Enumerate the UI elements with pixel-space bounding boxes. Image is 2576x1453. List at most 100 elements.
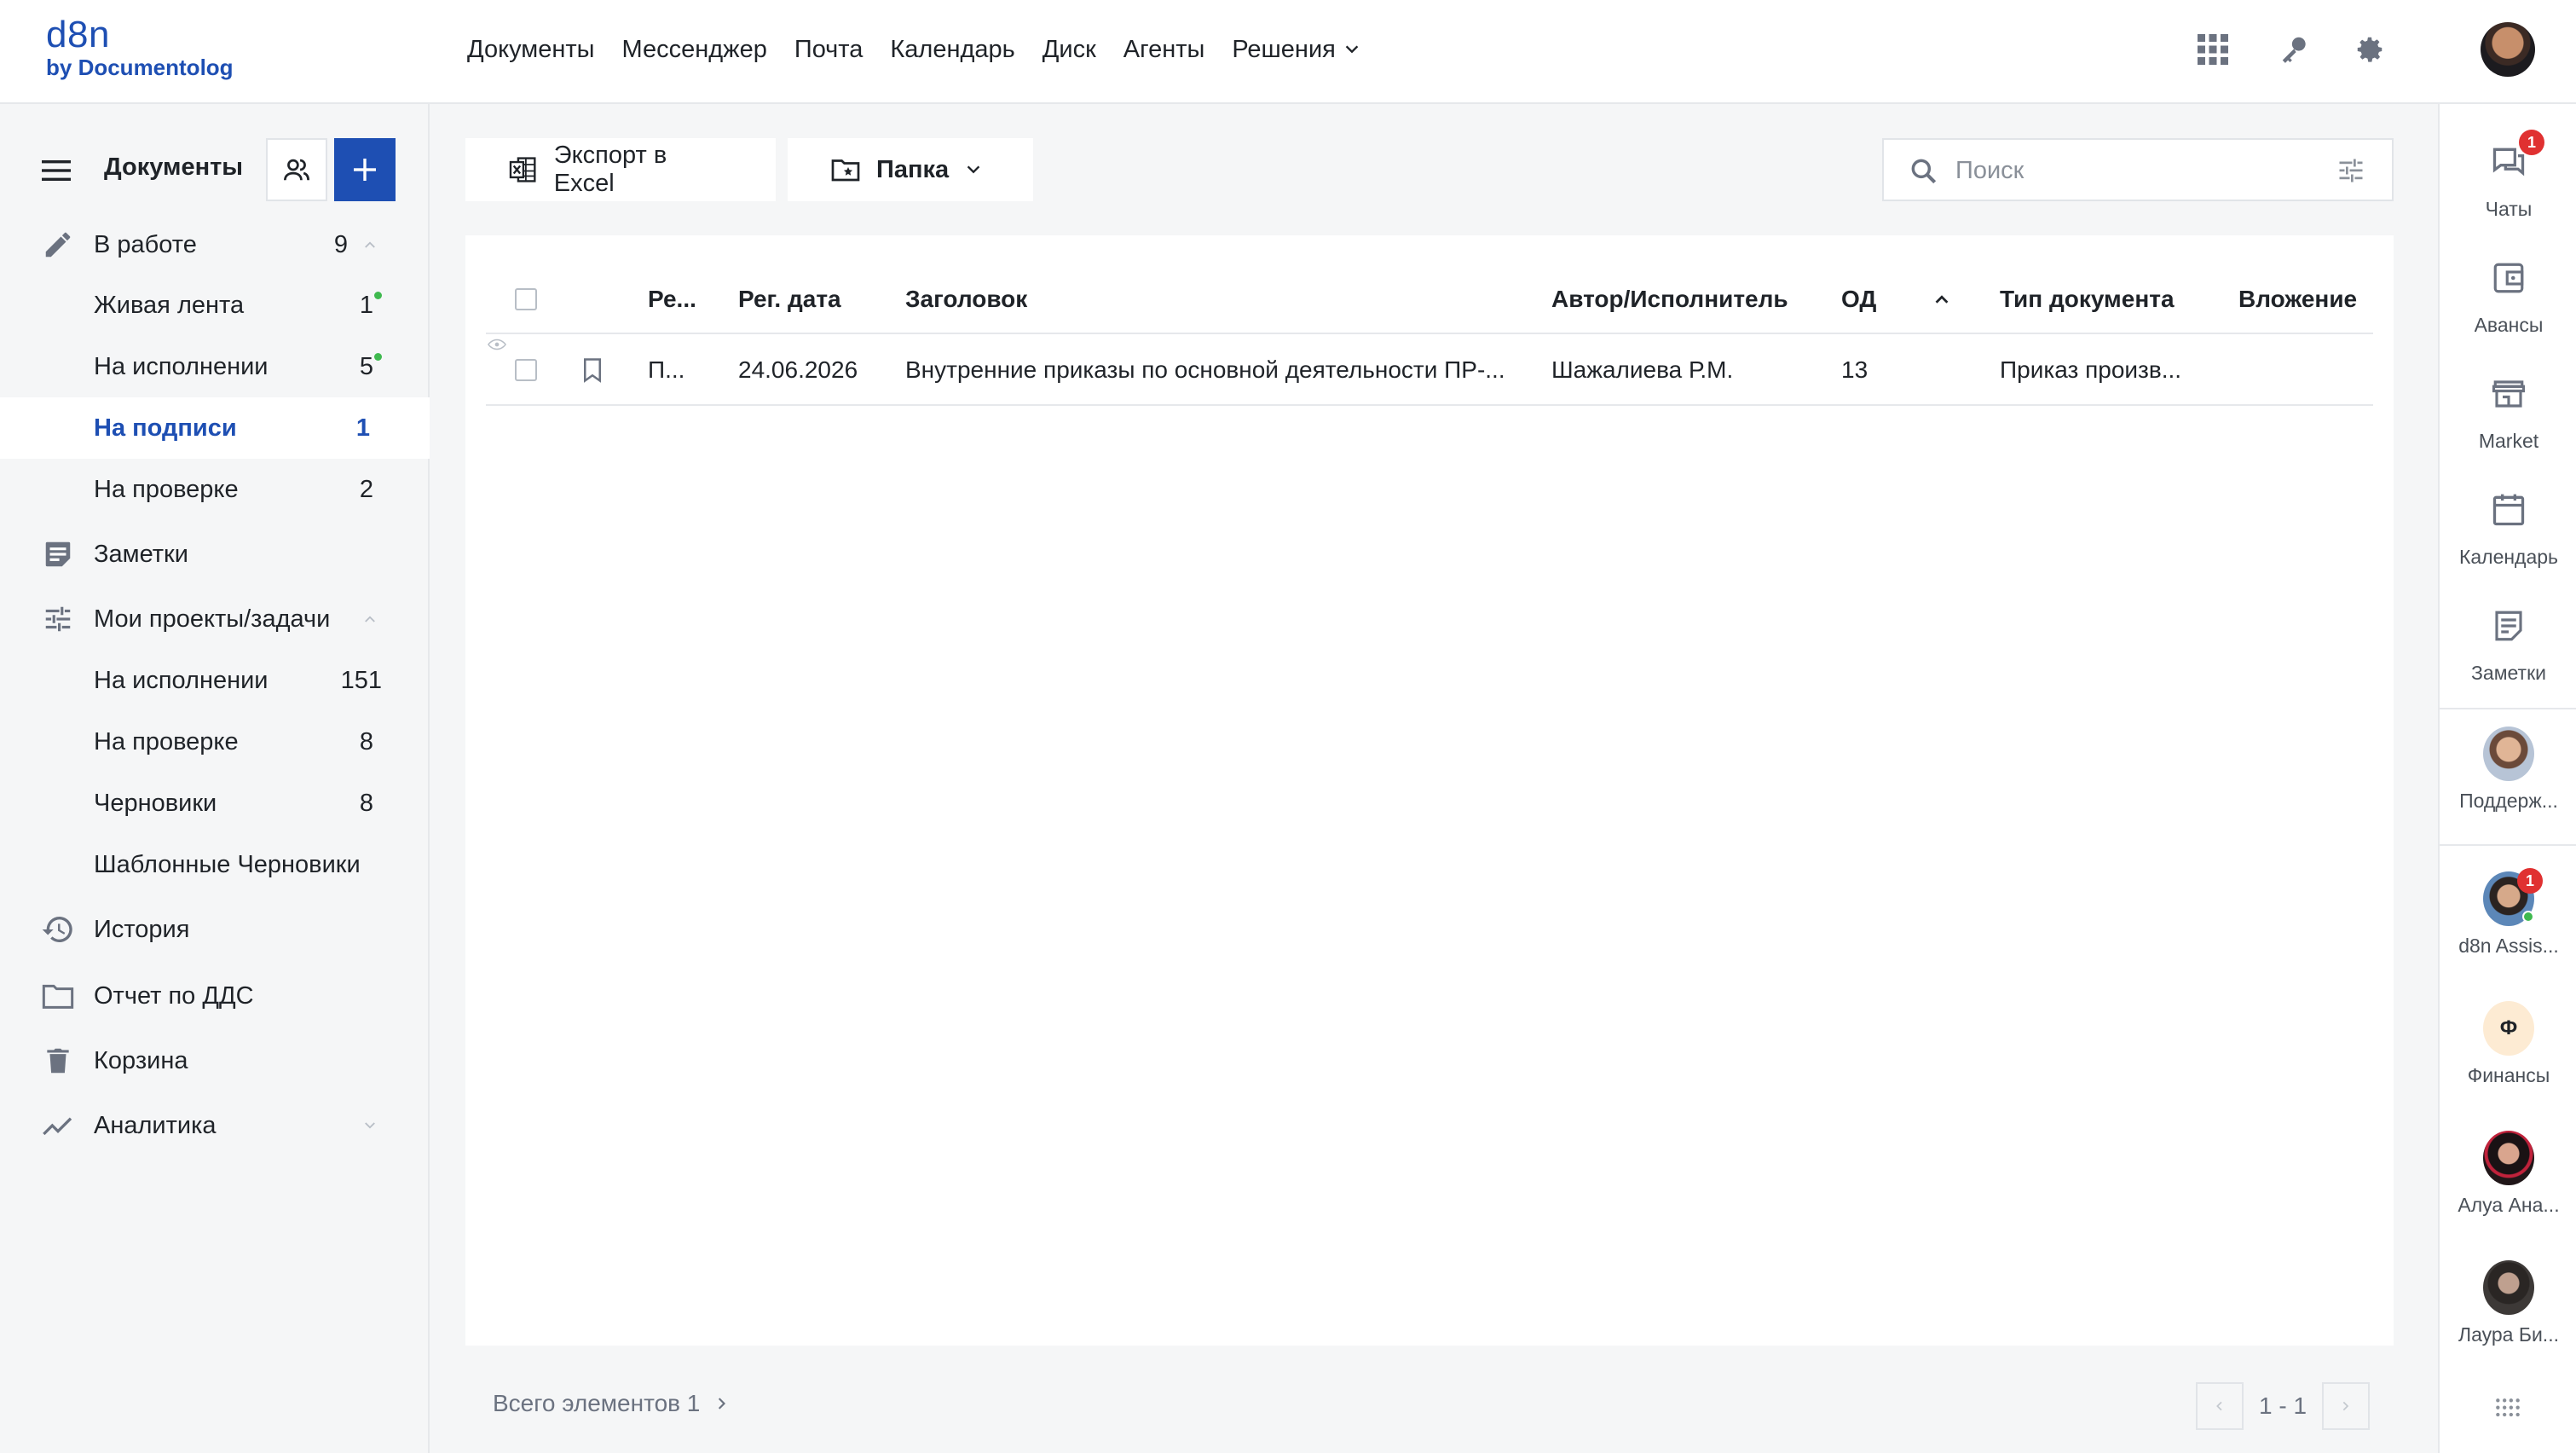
column-attachment[interactable]: Вложение xyxy=(2238,266,2375,333)
sidebar-item-notes[interactable]: Заметки xyxy=(0,520,430,588)
column-title[interactable]: Заголовок xyxy=(905,266,1502,333)
sidebar-item-on-review[interactable]: На проверке 2 xyxy=(0,459,430,520)
sidebar-item-label: Мои проекты/задачи xyxy=(94,605,331,633)
table-header-row: Ре... Рег. дата Заголовок Автор/Исполнит… xyxy=(486,266,2373,334)
nav-solutions-label: Решения xyxy=(1232,35,1336,63)
nav-mail[interactable]: Почта xyxy=(794,36,863,64)
nav-calendar[interactable]: Календарь xyxy=(890,36,1014,64)
sidebar-item-label: На исполнении xyxy=(94,352,269,380)
column-reg-date[interactable]: Рег. дата xyxy=(738,266,892,333)
sidebar-item-count: 8 xyxy=(359,789,373,817)
rail-notes[interactable]: Заметки xyxy=(2440,588,2576,699)
next-page-button[interactable] xyxy=(2322,1382,2371,1430)
sidebar-item-tasks-on-execution[interactable]: На исполнении 151 xyxy=(0,650,430,711)
total-items[interactable]: Всего элементов 1 xyxy=(493,1390,731,1417)
column-author[interactable]: Автор/Исполнитель xyxy=(1551,266,1807,333)
export-excel-button[interactable]: Экспорт в Excel xyxy=(465,138,776,201)
online-indicator xyxy=(2522,911,2534,923)
search-input[interactable] xyxy=(1955,152,2313,189)
logo[interactable]: d8n by Documentolog xyxy=(46,15,251,89)
key-icon[interactable] xyxy=(2271,26,2319,73)
rail-label: Финансы xyxy=(2467,1064,2550,1086)
chevron-up-icon[interactable] xyxy=(360,609,380,629)
sidebar-item-on-execution[interactable]: На исполнении 5 xyxy=(0,336,430,397)
search-icon xyxy=(1908,155,1940,188)
rail-calendar[interactable]: Календарь xyxy=(2440,472,2576,583)
plus-icon xyxy=(354,159,376,181)
sidebar-item-dds-report[interactable]: Отчет по ДДС xyxy=(0,964,430,1028)
cell-od: 13 xyxy=(1841,356,1868,383)
logo-sub: by Documentolog xyxy=(46,55,234,80)
column-doc-type[interactable]: Тип документа xyxy=(2000,266,2221,333)
prev-page-button[interactable] xyxy=(2196,1382,2244,1430)
share-users-button[interactable] xyxy=(266,138,327,201)
trash-icon xyxy=(39,1042,77,1080)
rail-label: Алуа Ана... xyxy=(2458,1194,2560,1216)
avatar xyxy=(2483,1131,2534,1185)
top-bar: d8n by Documentolog Документы Мессенджер… xyxy=(0,0,2576,104)
filter-settings-icon[interactable] xyxy=(2336,155,2368,188)
sidebar-item-in-work[interactable]: В работе 9 xyxy=(0,215,430,275)
sidebar-item-trash[interactable]: Корзина xyxy=(0,1028,430,1093)
documents-table: Ре... Рег. дата Заголовок Автор/Исполнит… xyxy=(465,235,2394,1346)
user-avatar[interactable] xyxy=(2481,22,2535,77)
gear-icon[interactable] xyxy=(2346,26,2394,73)
rail-divider xyxy=(2440,844,2576,846)
sidebar-item-label: История xyxy=(94,915,190,943)
bookmark-icon[interactable] xyxy=(581,336,615,404)
cell-title[interactable]: Внутренние приказы по основной деятельно… xyxy=(905,336,1536,404)
rail-chats[interactable]: 1 Чаты xyxy=(2440,124,2576,235)
rail-contact-laura[interactable]: Лаура Би... xyxy=(2440,1250,2576,1361)
rail-contact-support[interactable]: Поддерж... xyxy=(2440,716,2576,827)
new-indicator-dot xyxy=(374,292,382,299)
folder-dropdown-button[interactable]: Папка xyxy=(788,138,1033,201)
chevron-up-icon[interactable] xyxy=(360,234,380,255)
sort-ascending-icon[interactable] xyxy=(1925,266,1959,333)
nav-solutions[interactable]: Решения xyxy=(1232,36,1361,64)
sidebar-item-count: 5 xyxy=(359,352,373,380)
rail-market[interactable]: Market xyxy=(2440,356,2576,467)
sidebar-item-label: На подписи xyxy=(94,414,237,442)
sidebar-item-label: На проверке xyxy=(94,475,239,503)
sidebar-item-live-feed[interactable]: Живая лента 1 xyxy=(0,275,430,336)
chat-icon: 1 xyxy=(2483,130,2544,188)
table-row[interactable]: П... 24.06.2026 Внутренние приказы по ос… xyxy=(486,336,2373,406)
rail-contact-alua[interactable]: Алуа Ана... xyxy=(2440,1120,2576,1231)
menu-icon[interactable] xyxy=(38,152,75,189)
store-icon xyxy=(2483,368,2534,420)
rail-contact-finance[interactable]: Ф Финансы xyxy=(2440,991,2576,1102)
sidebar-item-analytics[interactable]: Аналитика xyxy=(0,1093,430,1158)
users-icon xyxy=(284,159,309,181)
column-reg[interactable]: Ре... xyxy=(648,266,725,333)
sidebar-item-count: 1 xyxy=(355,414,370,442)
sidebar-item-label: Отчет по ДДС xyxy=(94,981,254,1010)
column-od[interactable]: ОД xyxy=(1841,266,1909,333)
add-document-button[interactable] xyxy=(334,138,396,201)
row-checkbox[interactable] xyxy=(515,336,549,404)
sidebar-item-template-drafts[interactable]: Шаблонные Черновики xyxy=(0,834,430,895)
sidebar: Документы В работе 9 Живая лента 1 На ис… xyxy=(0,104,430,1453)
rail-contact-d8n-assistant[interactable]: 1 d8n Assis... xyxy=(2440,861,2576,972)
sidebar-item-my-projects[interactable]: Мои проекты/задачи xyxy=(0,588,430,650)
rail-advances[interactable]: Авансы xyxy=(2440,240,2576,351)
calendar-icon xyxy=(2483,484,2534,535)
sidebar-item-tasks-on-review[interactable]: На проверке 8 xyxy=(0,711,430,773)
sidebar-item-label: Живая лента xyxy=(94,291,245,319)
nav-disk[interactable]: Диск xyxy=(1043,36,1096,64)
rail-label: d8n Assis... xyxy=(2458,935,2559,957)
apps-grid-icon[interactable] xyxy=(2189,26,2237,73)
chevron-down-icon[interactable] xyxy=(360,1115,380,1136)
folder-label: Папка xyxy=(876,155,950,183)
nav-documents[interactable]: Документы xyxy=(467,36,595,64)
sidebar-item-on-signature[interactable]: На подписи 1 xyxy=(0,397,430,459)
sidebar-item-count: 2 xyxy=(359,475,373,503)
sidebar-item-label: Аналитика xyxy=(94,1111,217,1139)
excel-icon xyxy=(509,157,536,182)
nav-agents[interactable]: Агенты xyxy=(1123,36,1205,64)
sidebar-item-history[interactable]: История xyxy=(0,895,430,964)
pencil-icon xyxy=(39,226,77,263)
select-all-checkbox[interactable] xyxy=(515,266,549,333)
nav-messenger[interactable]: Мессенджер xyxy=(622,36,767,64)
more-dots-icon[interactable] xyxy=(2491,1393,2525,1427)
sidebar-item-drafts[interactable]: Черновики 8 xyxy=(0,773,430,834)
